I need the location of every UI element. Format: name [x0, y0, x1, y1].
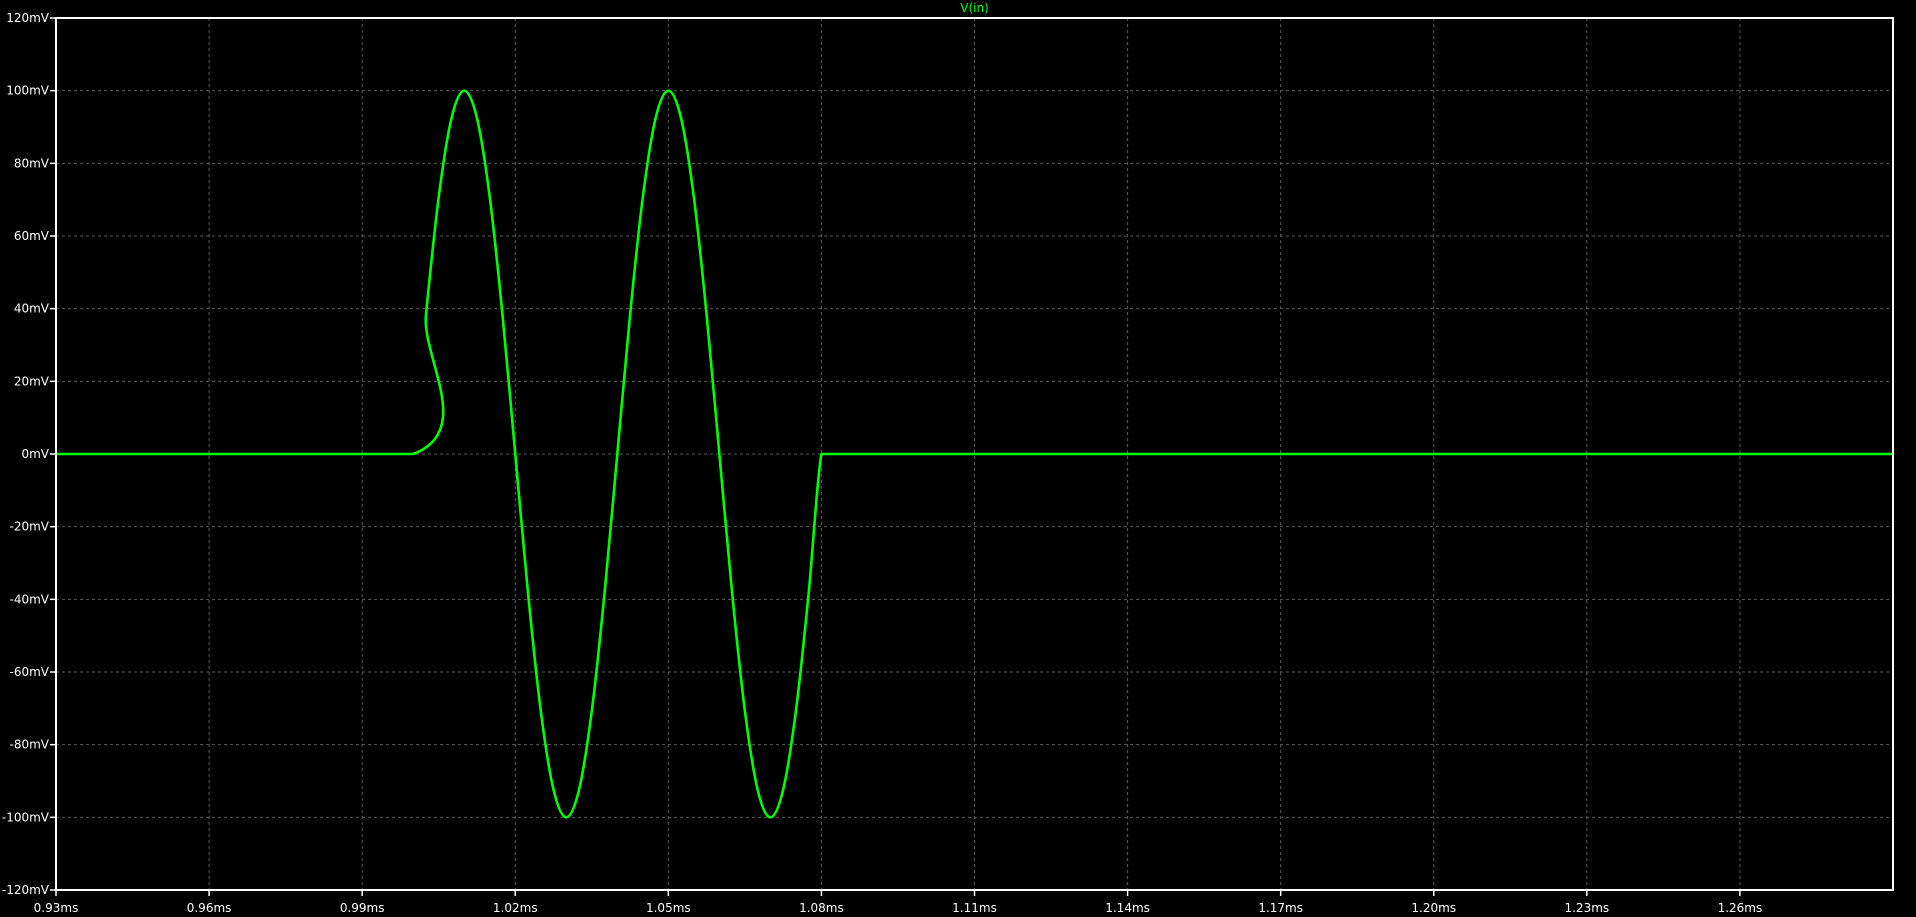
- y-tick-label: 60mV: [14, 229, 50, 243]
- x-tick-label: 1.20ms: [1411, 901, 1456, 915]
- x-tick-label: 1.23ms: [1564, 901, 1609, 915]
- x-tick-label: 0.99ms: [340, 901, 385, 915]
- x-tick-label: 1.02ms: [493, 901, 538, 915]
- y-tick-label: -40mV: [10, 592, 50, 606]
- y-tick-label: 40mV: [14, 302, 50, 316]
- x-tick-label: 1.11ms: [952, 901, 997, 915]
- y-tick-label: 80mV: [14, 156, 50, 170]
- y-tick-label: -100mV: [2, 810, 50, 824]
- x-tick-label: 1.05ms: [646, 901, 691, 915]
- x-tick-label: 0.96ms: [187, 901, 232, 915]
- y-tick-label: -60mV: [10, 665, 50, 679]
- y-tick-label: 0mV: [21, 447, 49, 461]
- waveform-plot: 0.93ms 0.96ms 0.99ms 1.02ms 1.05ms 1.08ms 1.11…: [0, 0, 1916, 917]
- y-tick-label: -120mV: [2, 883, 50, 897]
- y-tick-label: 20mV: [14, 374, 50, 388]
- y-tick-label: -80mV: [10, 738, 50, 752]
- x-tick-label: 1.26ms: [1718, 901, 1763, 915]
- y-tick-label: -20mV: [10, 520, 50, 534]
- y-tick-label: 100mV: [6, 84, 50, 98]
- y-tick-label: 120mV: [6, 11, 50, 25]
- trace-label[interactable]: V(in): [960, 1, 989, 15]
- x-tick-label: 1.08ms: [799, 901, 844, 915]
- plot-background: [0, 0, 1916, 917]
- x-tick-label: 1.17ms: [1258, 901, 1303, 915]
- x-tick-label: 1.14ms: [1105, 901, 1150, 915]
- x-tick-label: 0.93ms: [34, 901, 79, 915]
